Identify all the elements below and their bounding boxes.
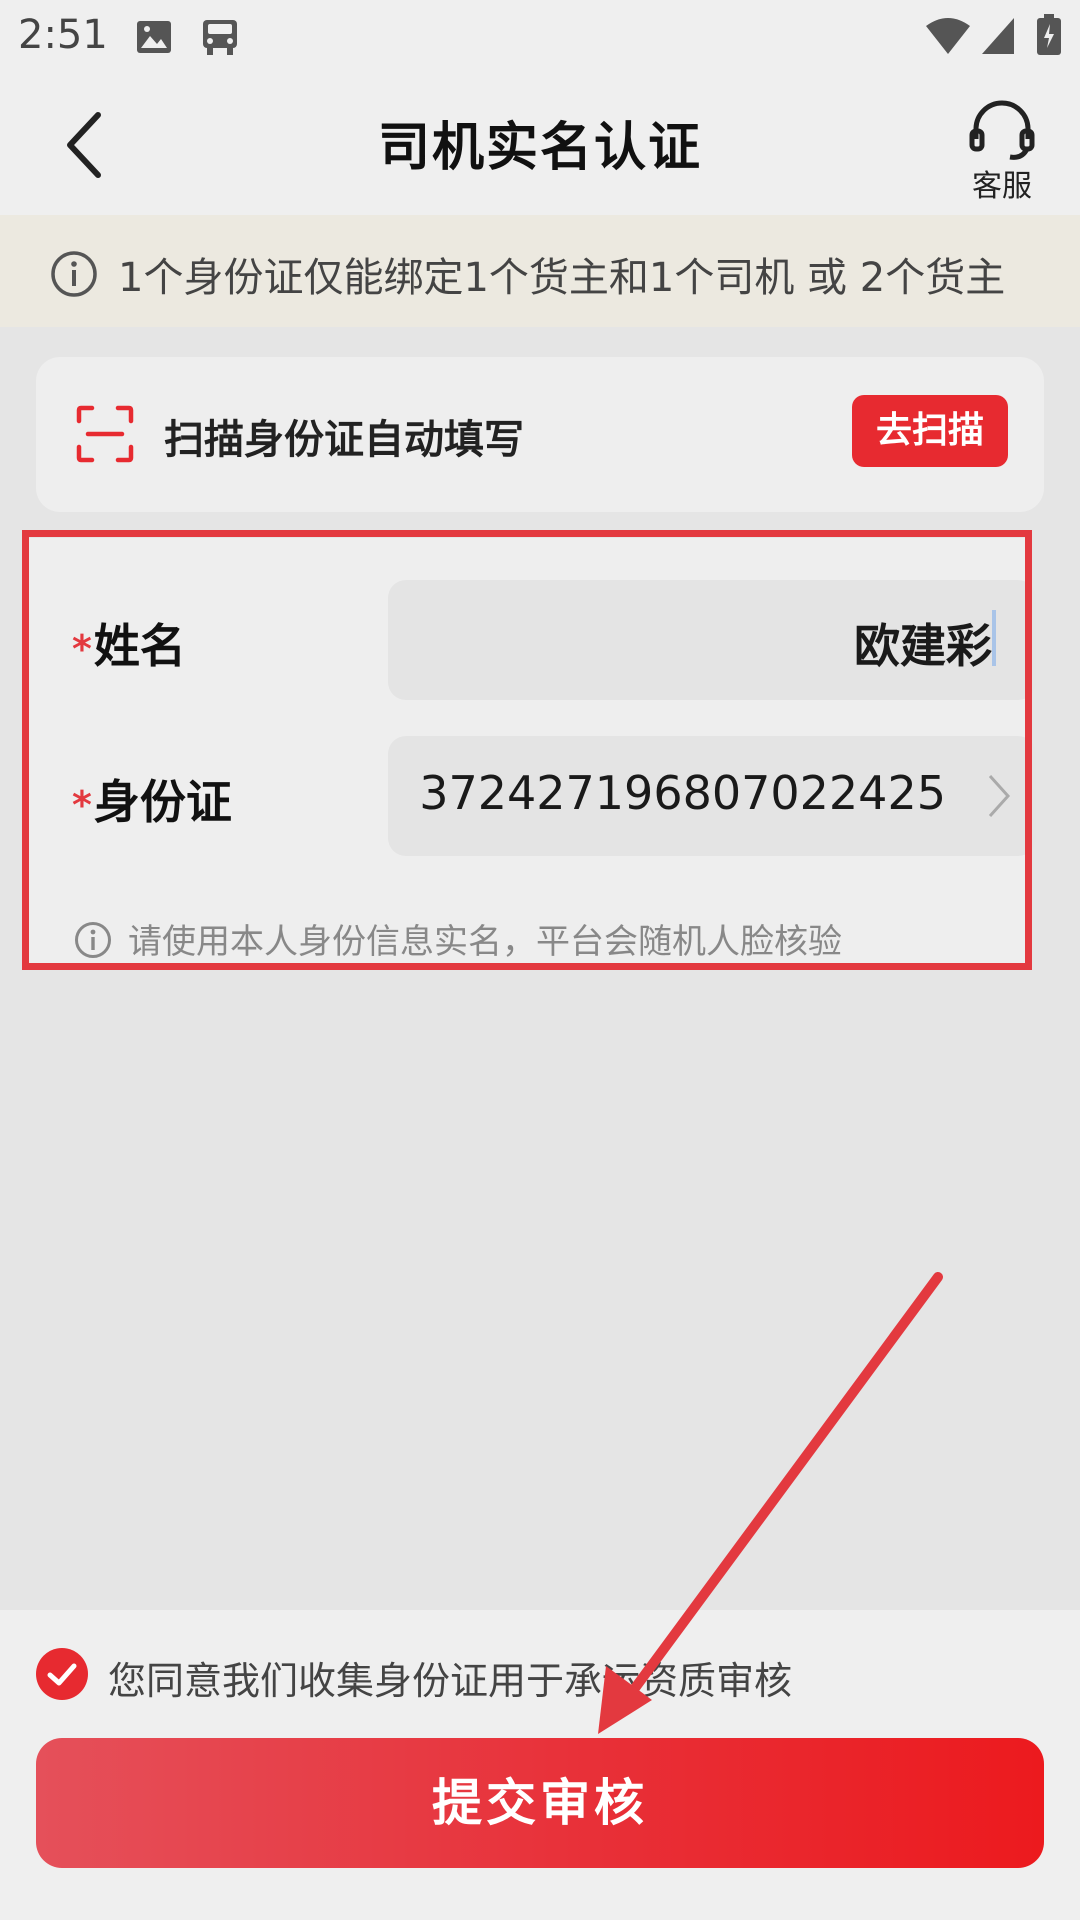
bottom-bar: 您同意我们收集身份证用于承运资质审核 提交审核 xyxy=(0,1610,1080,1920)
annotation-highlight-box xyxy=(22,530,1032,970)
scan-label: 扫描身份证自动填写 xyxy=(164,417,524,463)
scan-card: 扫描身份证自动填写 去扫描 xyxy=(36,357,1044,512)
scan-icon xyxy=(76,405,134,463)
battery-icon xyxy=(1037,14,1061,55)
agreement-text: 您同意我们收集身份证用于承运资质审核 xyxy=(108,1659,793,1703)
submit-review-button[interactable]: 提交审核 xyxy=(36,1738,1044,1868)
info-icon xyxy=(51,251,97,297)
truck-notification-icon xyxy=(203,20,237,55)
notice-text: 1个身份证仅能绑定1个货主和1个司机 或 2个货主 xyxy=(118,255,1006,301)
page-title: 司机实名认证 xyxy=(377,118,702,178)
customer-service-label: 客服 xyxy=(972,169,1032,204)
header: 司机实名认证 客服 xyxy=(0,75,1080,215)
status-bar: 2:51 xyxy=(0,0,1080,75)
agreement-checkbox[interactable] xyxy=(36,1648,88,1700)
notice-banner: 1个身份证仅能绑定1个货主和1个司机 或 2个货主 xyxy=(0,215,1080,327)
status-time: 2:51 xyxy=(18,12,108,58)
scan-button[interactable]: 去扫描 xyxy=(852,395,1008,467)
check-icon xyxy=(47,1663,77,1686)
headset-icon xyxy=(969,100,1035,160)
signal-icon xyxy=(982,18,1014,54)
image-notification-icon xyxy=(137,21,171,53)
customer-service-button[interactable]: 客服 xyxy=(962,99,1042,204)
wifi-icon xyxy=(926,18,970,54)
